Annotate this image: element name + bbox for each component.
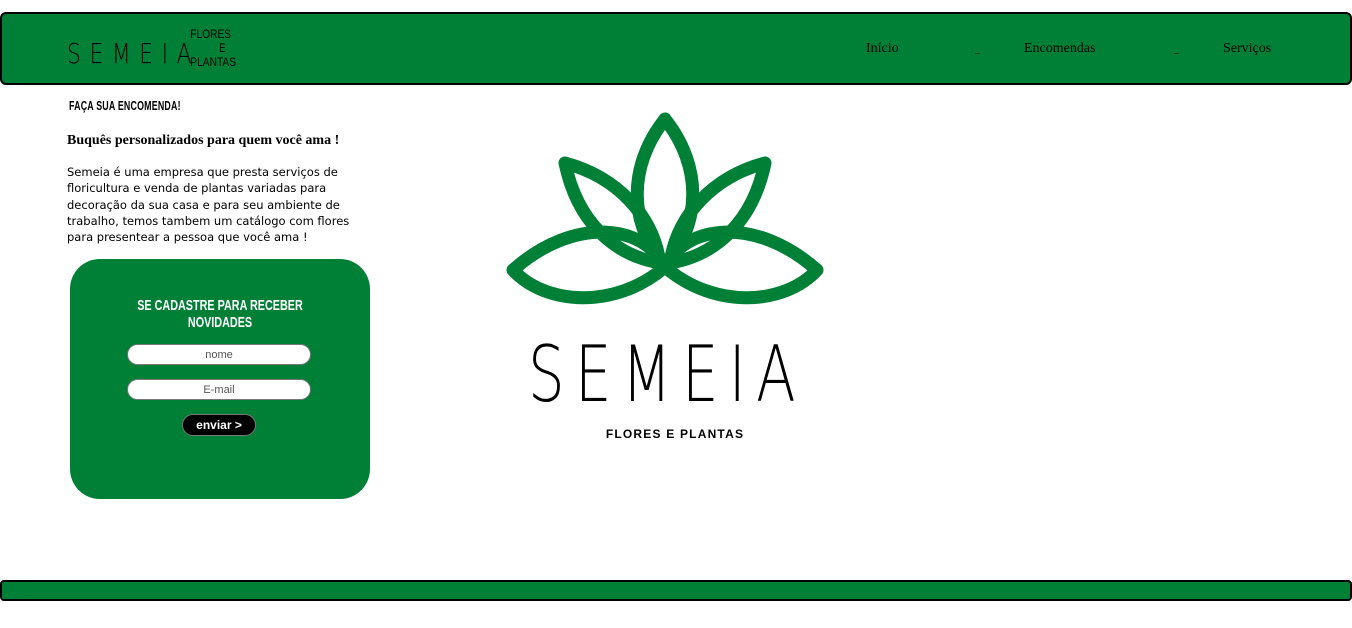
name-input[interactable] — [127, 344, 311, 365]
email-input[interactable] — [127, 379, 311, 400]
semeia-logo: SEMEIA FLORES E PLANTAS — [506, 112, 824, 441]
company-description: Semeia é uma empresa que presta serviços… — [67, 165, 350, 245]
nav-separator: _ — [975, 44, 980, 55]
nav-separator: _ — [1174, 44, 1179, 55]
logo-tagline: FLORES E PLANTAS — [606, 427, 744, 441]
send-button[interactable]: enviar > — [182, 414, 256, 436]
brand-subtitle-line: FLORES — [190, 27, 232, 41]
nav-link-encomendas[interactable]: Encomendas — [1024, 41, 1096, 57]
nav-link-servicos[interactable]: Serviços — [1223, 41, 1271, 57]
logo-name: SEMEIA — [528, 329, 806, 420]
site-footer — [0, 580, 1352, 601]
lotus-icon — [506, 112, 824, 305]
page-subtitle: Buquês personalizados para quem você ama… — [67, 133, 340, 148]
brand-subtitle-line: E — [219, 41, 226, 55]
brand-subtitle-line: PLANTAS — [190, 55, 237, 69]
brand-subtitle: FLORES E PLANTAS — [190, 27, 237, 69]
signup-title: SE CADASTRE PARA RECEBER NOVIDADES — [137, 297, 303, 331]
order-tagline: FAÇA SUA ENCOMENDA! — [69, 98, 181, 113]
nav-link-inicio[interactable]: Início — [866, 41, 899, 57]
brand-logo-text[interactable]: SEMEIA — [67, 37, 200, 70]
